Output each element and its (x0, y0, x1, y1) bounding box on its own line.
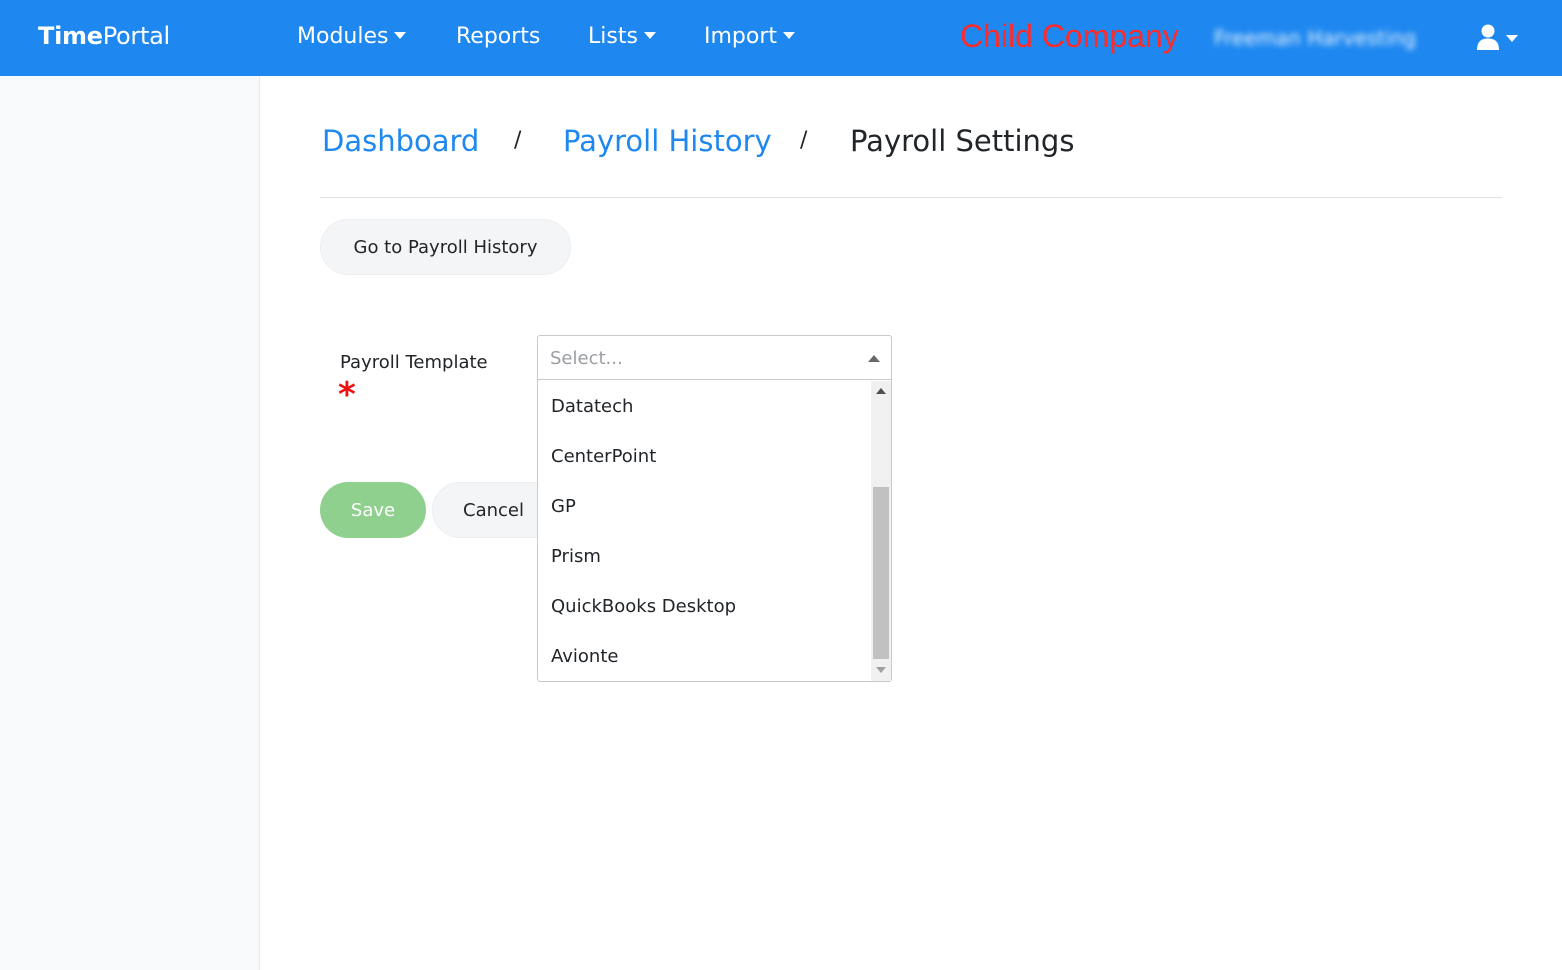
nav-lists-label: Lists (588, 24, 638, 49)
dropdown-option[interactable]: CenterPoint (538, 431, 870, 481)
brand-logo-part2: Portal (102, 22, 170, 50)
select-control[interactable] (538, 336, 891, 380)
top-navbar: TimePortal Modules Reports Lists Import … (0, 0, 1562, 76)
dropdown-option[interactable]: QuickBooks Desktop (538, 581, 870, 631)
nav-reports-link[interactable]: Reports (456, 24, 540, 49)
child-company-label: Child Company (960, 18, 1179, 54)
breadcrumb-dashboard-link[interactable]: Dashboard (322, 124, 479, 158)
save-button[interactable]: Save (320, 482, 426, 538)
chevron-down-icon (1506, 35, 1518, 42)
breadcrumb-separator: / (514, 128, 522, 153)
required-indicator: * (338, 375, 356, 415)
nav-lists-dropdown[interactable]: Lists (588, 24, 656, 49)
nav-modules-label: Modules (297, 24, 389, 49)
dropdown-option[interactable]: Avionte (538, 631, 870, 681)
chevron-down-icon (643, 31, 656, 39)
brand-logo[interactable]: TimePortal (38, 22, 170, 50)
payroll-template-select[interactable]: Datatech CenterPoint GP Prism QuickBooks… (537, 335, 892, 682)
page-title: Payroll Settings (850, 124, 1075, 158)
company-name[interactable]: Freeman Harvesting (1214, 26, 1416, 50)
breadcrumb-separator: / (800, 128, 808, 153)
nav-import-dropdown[interactable]: Import (704, 24, 796, 49)
payroll-template-label: Payroll Template (340, 352, 488, 373)
dropdown-option[interactable]: Prism (538, 531, 870, 581)
go-to-payroll-history-button[interactable]: Go to Payroll History (320, 219, 571, 275)
breadcrumb-payroll-history-link[interactable]: Payroll History (563, 124, 772, 158)
brand-logo-part1: Time (38, 22, 103, 50)
chevron-down-icon (783, 31, 796, 39)
scrollbar-thumb[interactable] (873, 487, 889, 659)
dropdown-menu: Datatech CenterPoint GP Prism QuickBooks… (538, 381, 870, 681)
nav-reports-label: Reports (456, 24, 541, 49)
nav-modules-dropdown[interactable]: Modules (297, 24, 407, 49)
scroll-up-arrow-icon[interactable] (876, 388, 886, 394)
dropdown-scrollbar[interactable] (871, 381, 891, 681)
chevron-down-icon (394, 31, 407, 39)
dropdown-option[interactable]: Datatech (538, 381, 870, 431)
chevron-up-icon[interactable] (868, 355, 880, 362)
dropdown-option[interactable]: GP (538, 481, 870, 531)
scroll-down-arrow-icon[interactable] (876, 667, 886, 673)
payroll-template-search-input[interactable] (550, 344, 850, 372)
sidebar (0, 76, 260, 970)
nav-import-label: Import (704, 24, 778, 49)
user-menu-dropdown[interactable] (1476, 22, 1526, 54)
user-icon (1477, 24, 1499, 50)
header-divider (320, 197, 1502, 198)
